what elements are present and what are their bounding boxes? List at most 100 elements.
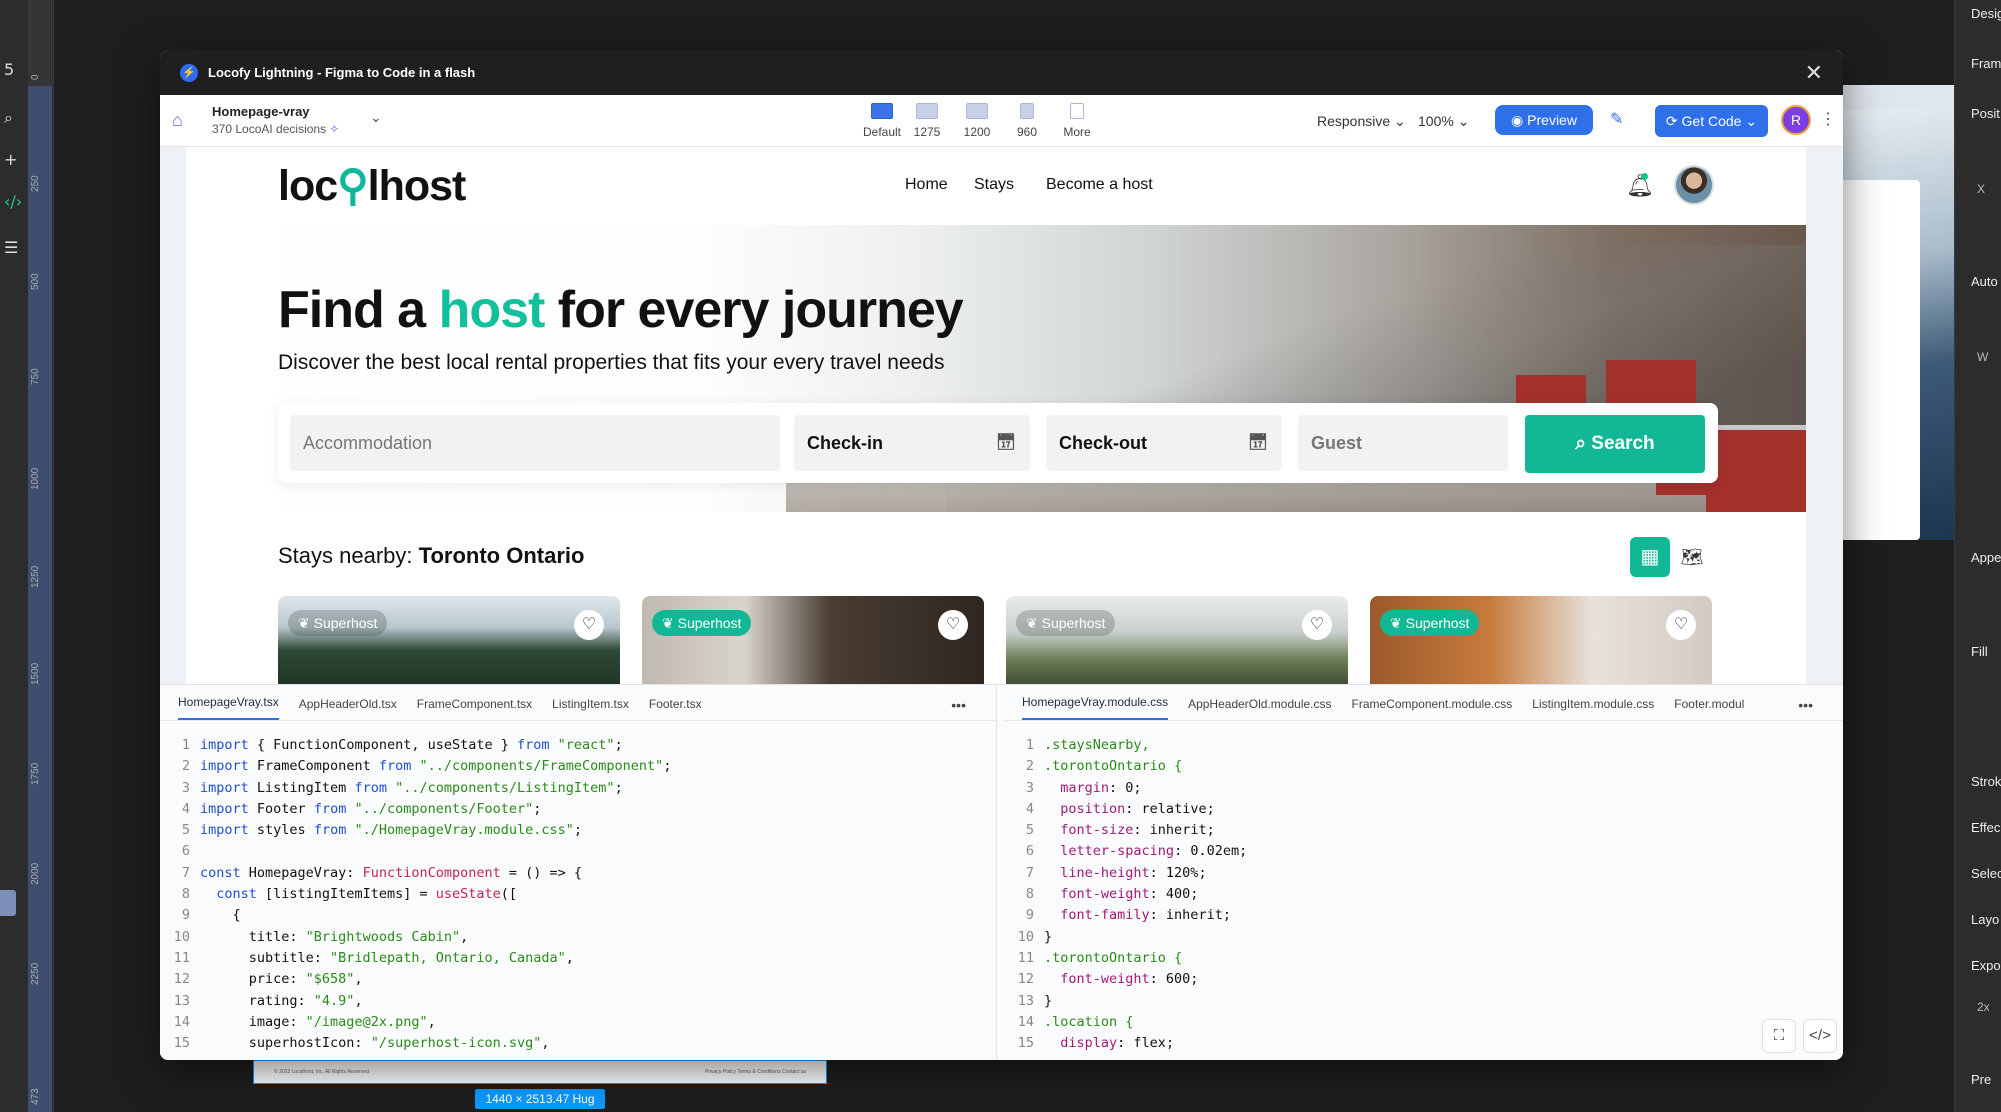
- more-horizontal-icon[interactable]: •••: [1798, 697, 1813, 722]
- breakpoint-1275[interactable]: 1275: [905, 101, 949, 139]
- chevron-down-icon[interactable]: ⌄: [370, 109, 382, 126]
- ruler-mark: 750: [30, 368, 41, 385]
- superhost-label: Superhost: [1405, 615, 1470, 631]
- tab-appheaderold-css[interactable]: AppHeaderOld.module.css: [1188, 697, 1331, 720]
- more-horizontal-icon[interactable]: •••: [951, 697, 966, 722]
- listing-card[interactable]: ❦ Superhost ♡: [642, 596, 984, 684]
- close-icon[interactable]: ✕: [1805, 60, 1823, 86]
- listing-card[interactable]: ❦ Superhost ♡: [278, 596, 620, 684]
- code-text: font-size: inherit;: [1060, 822, 1215, 839]
- hero-section: Find a host for every journey Discover t…: [186, 225, 1806, 512]
- line-number: 9: [181, 907, 190, 924]
- code-text: image: "/image@2x.png",: [200, 1013, 436, 1030]
- code-icon[interactable]: ‹/›: [4, 192, 22, 211]
- code-line: 6 letter-spacing: 0.02em;: [1004, 841, 1843, 862]
- tab-homepagevray-tsx[interactable]: HomepageVray.tsx: [178, 695, 279, 720]
- grid-view-icon[interactable]: ▦: [1630, 537, 1670, 577]
- code-line: 15 superhostIcon: "/superhost-icon.svg",: [160, 1033, 996, 1054]
- bell-icon[interactable]: 🔔︎: [1626, 173, 1654, 199]
- code-line: 10}: [1004, 927, 1843, 948]
- search-button[interactable]: ⌕ Search: [1525, 415, 1705, 473]
- checkout-field[interactable]: Check-out 📅︎: [1046, 415, 1282, 471]
- code-text: const HomepageVray: FunctionComponent = …: [200, 864, 583, 881]
- nav-become-host[interactable]: Become a host: [1046, 176, 1153, 194]
- code-line: 14 .location {: [1004, 1012, 1843, 1033]
- line-number: 6: [181, 843, 190, 860]
- listing-card[interactable]: ❦ Superhost ♡: [1006, 596, 1348, 684]
- get-code-button[interactable]: ⟳ Get Code ⌄: [1655, 105, 1768, 137]
- line-number: 8: [1025, 886, 1034, 903]
- panel-label-autolayout: Auto: [1971, 274, 1998, 289]
- chevron-down-icon: ⌄: [1745, 113, 1758, 129]
- tablet-icon: [1020, 103, 1034, 119]
- pencil-icon[interactable]: ✎: [1610, 109, 1623, 129]
- list-icon[interactable]: ☰: [4, 238, 18, 257]
- css-code-panel: HomepageVray.module.css AppHeaderOld.mod…: [1004, 685, 1843, 1060]
- plus-icon[interactable]: +: [4, 150, 17, 169]
- heart-icon[interactable]: ♡: [1302, 610, 1332, 640]
- breakpoint-1200[interactable]: 1200: [955, 101, 999, 139]
- nav-home[interactable]: Home: [905, 176, 948, 194]
- listing-card[interactable]: ❦ Superhost ♡: [1370, 596, 1712, 684]
- preview-button[interactable]: ◉ Preview: [1495, 105, 1593, 135]
- accommodation-input[interactable]: Accommodation: [290, 415, 780, 471]
- user-avatar[interactable]: R: [1781, 105, 1811, 135]
- layer-selection-indicator: [0, 890, 16, 916]
- breakpoint-default[interactable]: Default: [860, 101, 904, 139]
- code-text: import ListingItem from "../components/L…: [200, 779, 623, 796]
- guest-input[interactable]: Guest: [1298, 415, 1508, 471]
- css-code-editor[interactable]: 1 .staysNearby, 2 .torontoOntario {3 margin…: [1004, 721, 1843, 1054]
- profile-avatar[interactable]: [1674, 165, 1714, 205]
- figma-ruler-mark: 5: [4, 60, 15, 79]
- breakpoint-label: 960: [1016, 125, 1038, 139]
- panel-divider[interactable]: [996, 685, 1004, 1060]
- panel-w-field[interactable]: W: [1977, 350, 1988, 364]
- panel-export-scale[interactable]: 2x: [1977, 1000, 1990, 1014]
- tab-homepagevray-css[interactable]: HomepageVray.module.css: [1022, 695, 1169, 720]
- tab-footer-tsx[interactable]: Footer.tsx: [649, 697, 702, 720]
- heart-icon[interactable]: ♡: [1666, 610, 1696, 640]
- location-pin-icon: ⚲: [337, 162, 368, 210]
- leaf-icon: ❦: [1390, 615, 1402, 631]
- heart-icon[interactable]: ♡: [574, 610, 604, 640]
- ruler-mark: 250: [30, 175, 41, 192]
- code-text: font-weight: 600;: [1060, 971, 1199, 988]
- breakpoint-label: 1275: [913, 125, 941, 139]
- get-code-label: Get Code: [1681, 113, 1742, 129]
- search-icon[interactable]: ⌕: [4, 108, 13, 128]
- zoom-dropdown[interactable]: 100% ⌄: [1418, 113, 1469, 130]
- code-line: 3 margin: 0;: [1004, 778, 1843, 799]
- code-text: import Footer from "../components/Footer…: [200, 800, 542, 817]
- code-view-icon[interactable]: </>: [1803, 1019, 1837, 1053]
- nav-stays[interactable]: Stays: [974, 176, 1014, 194]
- responsive-dropdown[interactable]: Responsive ⌄: [1317, 113, 1406, 130]
- superhost-label: Superhost: [677, 615, 742, 631]
- code-text: import FrameComponent from "../component…: [200, 758, 672, 775]
- code-text: rating: "4.9",: [200, 992, 363, 1009]
- tab-listingitem-tsx[interactable]: ListingItem.tsx: [552, 697, 629, 720]
- panel-label-preview[interactable]: Pre: [1971, 1072, 1991, 1087]
- map-view-icon[interactable]: 🗺︎: [1672, 537, 1712, 577]
- panel-label-design[interactable]: Desig: [1971, 6, 2001, 21]
- tab-appheaderold-tsx[interactable]: AppHeaderOld.tsx: [299, 697, 397, 720]
- expand-icon[interactable]: ⛶: [1762, 1019, 1796, 1053]
- tab-framecomponent-tsx[interactable]: FrameComponent.tsx: [417, 697, 532, 720]
- home-icon[interactable]: ⌂: [172, 110, 192, 130]
- more-vertical-icon[interactable]: ⋮: [1820, 109, 1836, 129]
- code-line: 12 price: "$658",: [160, 969, 996, 990]
- tab-listingitem-css[interactable]: ListingItem.module.css: [1532, 697, 1654, 720]
- figma-vertical-ruler: 0 250 500 750 1000 1250 1500 1750 2000 2…: [28, 0, 52, 1112]
- design-preview: loc⚲lhost Home Stays Become a host 🔔︎ Fi…: [160, 147, 1843, 684]
- frame-footer-links: Privacy Policy Terms & Conditions Contac…: [704, 1069, 806, 1075]
- tsx-code-editor[interactable]: 1 import { FunctionComponent, useState } …: [160, 721, 996, 1054]
- tab-framecomponent-css[interactable]: FrameComponent.module.css: [1352, 697, 1513, 720]
- checkin-field[interactable]: Check-in 📅︎: [794, 415, 1030, 471]
- tab-footer-css[interactable]: Footer.modul: [1674, 697, 1744, 720]
- breakpoint-more[interactable]: More: [1055, 101, 1099, 139]
- heart-icon[interactable]: ♡: [938, 610, 968, 640]
- panel-x-field[interactable]: X: [1977, 182, 1985, 196]
- site-logo[interactable]: loc⚲lhost: [278, 161, 466, 211]
- breakpoint-960[interactable]: 960: [1005, 101, 1049, 139]
- tsx-file-tabs: HomepageVray.tsx AppHeaderOld.tsx FrameC…: [160, 685, 996, 721]
- line-number: 8: [181, 886, 190, 903]
